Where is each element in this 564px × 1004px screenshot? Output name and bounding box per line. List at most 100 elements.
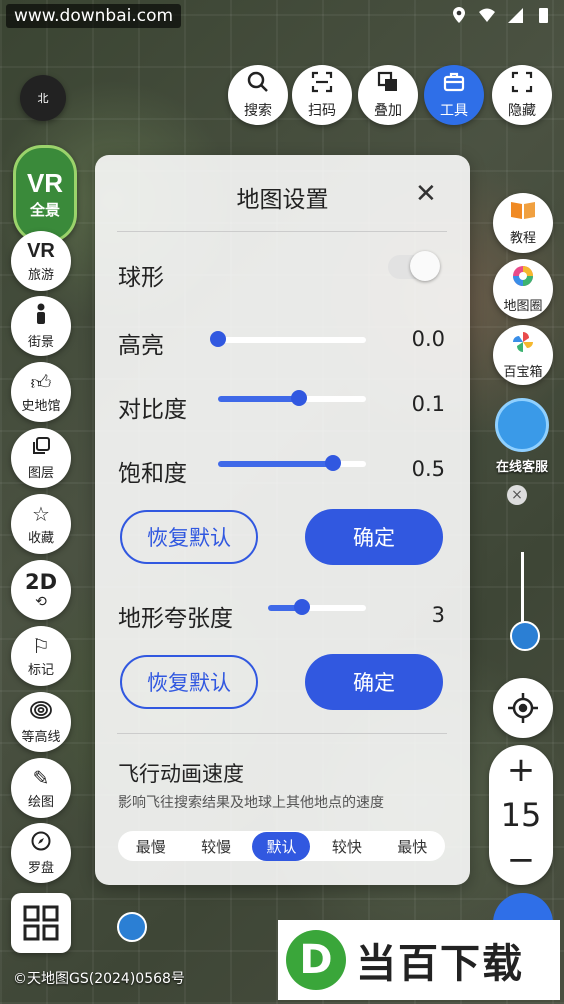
compass-icon (31, 831, 51, 856)
wifi-icon (479, 8, 495, 22)
map-circle-label: 地图圈 (503, 299, 543, 314)
contour-icon (30, 700, 52, 725)
layers-label: 图层 (27, 465, 54, 481)
draw-button[interactable]: ✎ 绘图 (11, 758, 71, 818)
history-museum-label: 史地馆 (21, 399, 61, 414)
locate-button[interactable] (493, 678, 553, 738)
street-view-button[interactable]: 街景 (11, 296, 71, 356)
draw-label: 绘图 (27, 795, 54, 810)
history-museum-button[interactable]: 👍︎ 史地馆 (11, 362, 71, 422)
street-view-label: 街景 (27, 334, 54, 350)
terrain-slider[interactable] (268, 599, 366, 615)
zoom-in-button[interactable]: + (507, 753, 536, 787)
aperture-icon (511, 264, 535, 294)
rotate-icon: ⟲ (35, 594, 47, 610)
globe-icon[interactable] (510, 621, 540, 651)
brand-name: 当百下载 (356, 941, 524, 987)
search-button[interactable]: 搜索 (228, 65, 288, 125)
divider (117, 733, 447, 734)
fullscreen-icon (511, 71, 533, 99)
pencil-icon: ✎ (32, 766, 50, 790)
travel-label: 旅游 (27, 268, 54, 283)
search-label: 搜索 (244, 102, 272, 119)
saturation-value: 0.5 (411, 457, 445, 481)
speed-option[interactable]: 最慢 (122, 832, 180, 861)
watermark-url: www.downbai.com (6, 4, 182, 28)
signal-icon (508, 8, 523, 23)
zoom-control: + 15 − (489, 745, 553, 885)
confirm-button-2[interactable]: 确定 (305, 654, 443, 710)
person-icon (32, 303, 50, 330)
tilt-slider-track[interactable] (521, 552, 524, 622)
location-icon (453, 7, 465, 23)
mark-button[interactable]: ⚐ 标记 (11, 626, 71, 686)
apps-grid-button[interactable] (11, 893, 71, 953)
layers-button[interactable]: 图层 (11, 428, 71, 488)
contrast-value: 0.1 (411, 392, 445, 416)
hide-button[interactable]: 隐藏 (492, 65, 552, 125)
mark-label: 标记 (27, 663, 54, 678)
online-service-button[interactable]: 在线客服 (488, 398, 556, 475)
map-circle-button[interactable]: 地图圈 (493, 259, 553, 319)
overlay-button[interactable]: 叠加 (358, 65, 418, 125)
close-service-icon[interactable]: × (507, 485, 527, 505)
contour-button[interactable]: 等高线 (11, 692, 71, 752)
reset-default-button[interactable]: 恢复默认 (120, 510, 258, 564)
speed-option[interactable]: 默认 (252, 831, 311, 861)
reset-default-button-2[interactable]: 恢复默认 (120, 655, 258, 709)
brightness-slider[interactable] (210, 331, 366, 347)
favorites-button[interactable]: ☆ 收藏 (11, 494, 71, 554)
compass-tool-button[interactable]: 罗盘 (11, 823, 71, 883)
status-bar: www.downbai.com (0, 0, 564, 34)
saturation-label: 饱和度 (118, 461, 187, 487)
vr-panorama-button[interactable]: VR 全景 (13, 145, 77, 243)
service-avatar-icon (495, 398, 549, 452)
terrain-exaggeration-label: 地形夸张度 (118, 606, 233, 632)
pinwheel-icon (511, 330, 535, 360)
2d-mode-label: 2D (24, 570, 58, 594)
tutorial-button[interactable]: 教程 (493, 193, 553, 253)
compass-button[interactable]: 北 (20, 75, 66, 121)
tutorial-label: 教程 (509, 231, 536, 246)
book-icon (510, 200, 536, 226)
zoom-out-button[interactable]: − (507, 843, 536, 877)
sphere-toggle[interactable] (388, 251, 440, 281)
close-icon[interactable]: ✕ (415, 179, 437, 209)
fly-speed-selector: 最慢 较慢 默认 较快 最快 (118, 831, 445, 861)
globe-icon[interactable] (117, 912, 147, 942)
toolbox-label: 百宝箱 (503, 365, 543, 380)
scan-label: 扫码 (308, 102, 336, 119)
hide-label: 隐藏 (508, 102, 536, 119)
search-icon (247, 71, 269, 99)
tools-button[interactable]: 工具 (424, 65, 484, 125)
travel-button[interactable]: VR 旅游 (11, 231, 71, 291)
fly-speed-description: 影响飞往搜索结果及地球上其他地点的速度 (118, 795, 384, 811)
toolbox-button[interactable]: 百宝箱 (493, 325, 553, 385)
flag-icon: ⚐ (32, 634, 50, 658)
saturation-slider[interactable] (218, 455, 366, 471)
contrast-label: 对比度 (118, 397, 187, 423)
grid-icon (23, 905, 59, 941)
fly-speed-title: 飞行动画速度 (118, 762, 244, 786)
contrast-slider[interactable] (218, 390, 366, 406)
map-copyright: ©天地图GS(2024)0568号 (13, 971, 185, 987)
contour-label: 等高线 (21, 729, 61, 745)
terrain-value: 3 (431, 603, 445, 627)
scan-button[interactable]: 扫码 (292, 65, 352, 125)
battery-icon (539, 8, 548, 23)
brightness-label: 高亮 (118, 333, 164, 359)
speed-option[interactable]: 较快 (318, 832, 376, 861)
scan-icon (311, 71, 333, 99)
thumbs-up-icon: 👍︎ (30, 370, 52, 394)
toggle-knob (410, 251, 440, 281)
speed-option[interactable]: 较慢 (187, 832, 245, 861)
2d-3d-toggle-button[interactable]: 2D ⟲ (11, 560, 71, 620)
brightness-value: 0.0 (411, 327, 445, 351)
divider (117, 231, 447, 232)
star-icon: ☆ (32, 502, 50, 526)
confirm-button[interactable]: 确定 (305, 509, 443, 565)
watermark-logo: D 当百下载 (278, 920, 560, 1000)
speed-option[interactable]: 最快 (383, 832, 441, 861)
brand-logo-icon: D (286, 930, 346, 990)
layers-stack-icon (377, 71, 399, 99)
